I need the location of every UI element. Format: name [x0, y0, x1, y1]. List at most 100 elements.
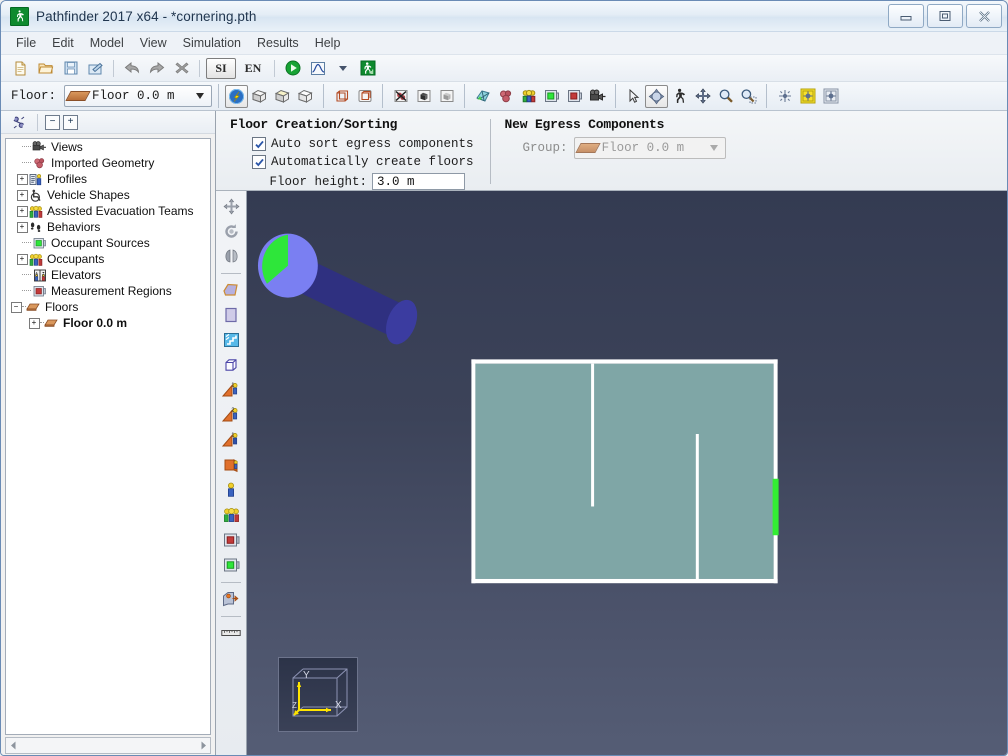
- elevator-tool-icon[interactable]: [218, 587, 244, 611]
- flat-cube-icon[interactable]: [435, 85, 458, 108]
- solid-cube-icon[interactable]: [412, 85, 435, 108]
- link-nodes-icon[interactable]: [7, 111, 30, 134]
- tree-horizontal-scrollbar[interactable]: [5, 737, 211, 754]
- minimize-icon[interactable]: [888, 4, 924, 28]
- box-flat-icon[interactable]: [294, 85, 317, 108]
- tree-item-behaviors[interactable]: + Behaviors: [6, 219, 210, 235]
- new-document-icon[interactable]: [9, 57, 32, 80]
- measurement-region-icon[interactable]: [218, 528, 244, 552]
- expand-icon[interactable]: +: [28, 317, 40, 329]
- rotate-icon[interactable]: [218, 219, 244, 243]
- play-icon[interactable]: [281, 57, 304, 80]
- expand-icon[interactable]: +: [16, 205, 28, 217]
- units-en-button[interactable]: EN: [238, 58, 268, 79]
- menu-results[interactable]: Results: [250, 34, 306, 52]
- menu-view[interactable]: View: [133, 34, 174, 52]
- crossed-geometry-icon[interactable]: [389, 85, 412, 108]
- occupants-icon[interactable]: [517, 85, 540, 108]
- tree-item-assisted-evacuation-teams[interactable]: + Assisted Evacuation Teams: [6, 203, 210, 219]
- tree-toolbar: − +: [1, 111, 215, 134]
- floor-height-input[interactable]: 3.0 m: [372, 173, 465, 190]
- walk-person-icon[interactable]: [668, 85, 691, 108]
- measurement-region-icon[interactable]: [563, 85, 586, 108]
- mirror-icon[interactable]: [218, 244, 244, 268]
- box-3d-icon[interactable]: [248, 85, 271, 108]
- elevator-icon: [32, 268, 47, 282]
- zoom-fit-icon[interactable]: [796, 85, 819, 108]
- stair-icon[interactable]: [218, 328, 244, 352]
- menu-edit[interactable]: Edit: [45, 34, 81, 52]
- box-2d-icon[interactable]: [271, 85, 294, 108]
- collapse-all-button[interactable]: −: [45, 114, 60, 130]
- navmesh-icon[interactable]: [471, 85, 494, 108]
- runner-green-icon[interactable]: [356, 57, 379, 80]
- tree-item-profiles[interactable]: + Profiles: [6, 171, 210, 187]
- door-exit-1-icon[interactable]: 1: [218, 378, 244, 402]
- menu-model[interactable]: Model: [83, 34, 131, 52]
- collapse-icon[interactable]: −: [10, 301, 22, 313]
- egress-group-combo[interactable]: Floor 0.0 m: [573, 137, 726, 159]
- redo-arrow-icon[interactable]: [145, 57, 168, 80]
- expand-icon[interactable]: +: [16, 189, 28, 201]
- tree-item-imported-geometry[interactable]: Imported Geometry: [6, 155, 210, 171]
- move-arrows-icon[interactable]: [218, 194, 244, 218]
- imported-geometry-icon[interactable]: [494, 85, 517, 108]
- reset-axes-icon[interactable]: [773, 85, 796, 108]
- tree-item-label: Occupant Sources: [51, 236, 150, 250]
- tree-item-floor-0[interactable]: + Floor 0.0 m: [6, 315, 210, 331]
- tree-item-elevators[interactable]: Elevators: [6, 267, 210, 283]
- auto-create-floors-checkbox[interactable]: [252, 155, 266, 169]
- menu-simulation[interactable]: Simulation: [176, 34, 248, 52]
- polygon-room-icon[interactable]: [218, 278, 244, 302]
- import-icon[interactable]: [84, 57, 107, 80]
- camera-icon[interactable]: [586, 85, 609, 108]
- menu-help[interactable]: Help: [308, 34, 348, 52]
- tree-item-occupants[interactable]: + Occupants: [6, 251, 210, 267]
- menu-file[interactable]: File: [9, 34, 43, 52]
- pan-move-icon[interactable]: [691, 85, 714, 108]
- units-si-button[interactable]: SI: [206, 57, 236, 79]
- magnifier-icon[interactable]: [714, 85, 737, 108]
- occupant-source-icon[interactable]: [218, 553, 244, 577]
- x-cross-icon[interactable]: [170, 57, 193, 80]
- restore-icon[interactable]: [927, 4, 963, 28]
- expand-icon[interactable]: +: [16, 253, 28, 265]
- auto-sort-checkbox[interactable]: [252, 137, 266, 151]
- floppy-disk-icon[interactable]: [59, 57, 82, 80]
- wall-icon[interactable]: [218, 453, 244, 477]
- tree-item-views[interactable]: Views: [6, 139, 210, 155]
- orbit-icon[interactable]: [645, 84, 669, 108]
- occupant-source-icon[interactable]: [540, 85, 563, 108]
- tree-item-floors[interactable]: − Floors: [6, 299, 210, 315]
- new-egress-title: New Egress Components: [504, 117, 665, 132]
- magnifier-region-icon[interactable]: [737, 85, 760, 108]
- chart-curve-icon[interactable]: [306, 57, 329, 80]
- 3d-viewport[interactable]: Y X Z: [247, 191, 1007, 755]
- ruler-icon[interactable]: [218, 621, 244, 645]
- tree-item-vehicle-shapes[interactable]: + Vehicle Shapes: [6, 187, 210, 203]
- expand-icon[interactable]: +: [16, 173, 28, 185]
- outline-cube-icon[interactable]: [353, 85, 376, 108]
- model-tree[interactable]: Views Imported Geometry + Profiles + Veh…: [5, 138, 211, 735]
- floor-selector-combo[interactable]: Floor 0.0 m: [64, 85, 213, 107]
- scroll-right-icon[interactable]: [196, 739, 210, 752]
- orbit-navigate-icon[interactable]: [225, 84, 249, 108]
- undo-arrow-icon[interactable]: [120, 57, 143, 80]
- group-occupants-icon[interactable]: [218, 503, 244, 527]
- exit-1-icon[interactable]: 1: [218, 428, 244, 452]
- chevron-down-icon[interactable]: [331, 57, 354, 80]
- door-2-icon[interactable]: 2: [218, 403, 244, 427]
- ramp-3d-icon[interactable]: [218, 353, 244, 377]
- expand-icon[interactable]: +: [16, 221, 28, 233]
- wireframe-cube-icon[interactable]: [330, 85, 353, 108]
- expand-all-button[interactable]: +: [63, 114, 78, 130]
- zoom-extents-icon[interactable]: [819, 85, 842, 108]
- rectangle-room-icon[interactable]: [218, 303, 244, 327]
- tree-item-measurement-regions[interactable]: Measurement Regions: [6, 283, 210, 299]
- scroll-left-icon[interactable]: [6, 739, 20, 752]
- tree-item-occupant-sources[interactable]: Occupant Sources: [6, 235, 210, 251]
- cursor-arrow-icon[interactable]: [622, 85, 645, 108]
- single-occupant-icon[interactable]: [218, 478, 244, 502]
- open-folder-icon[interactable]: [34, 57, 57, 80]
- close-icon[interactable]: [966, 4, 1002, 28]
